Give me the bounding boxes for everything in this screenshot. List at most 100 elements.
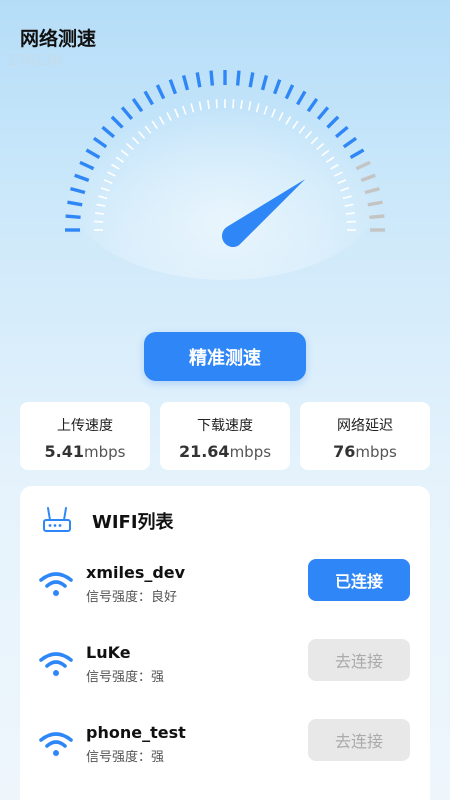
gauge-outer-tick — [342, 136, 358, 149]
gauge-inner-tick — [285, 116, 292, 125]
gauge-inner-tick — [278, 112, 284, 121]
gauge-outer-tick — [316, 106, 330, 121]
gauge-inner-tick — [103, 179, 113, 185]
upload-speed-label: 上传速度 — [57, 418, 113, 434]
speed-gauge — [65, 70, 385, 248]
wifi-icon — [39, 572, 73, 596]
gauge-outer-tick — [355, 160, 371, 171]
gauge-inner-tick — [158, 116, 165, 125]
upload-speed-unit: mbps — [84, 443, 126, 461]
gauge-inner-tick — [125, 143, 134, 151]
latency-label: 网络延迟 — [337, 418, 393, 434]
gauge-inner-tick — [321, 149, 330, 157]
gauge-inner-tick — [334, 171, 343, 177]
gauge-inner-tick — [100, 187, 110, 192]
gauge-inner-tick — [240, 100, 243, 110]
gauge-outer-tick — [143, 90, 154, 106]
gauge-outer-tick — [85, 148, 101, 159]
upload-speed-card: 上传速度 5.41mbps — [20, 402, 150, 470]
gauge-inner-tick — [316, 143, 325, 151]
gauge-inner-tick — [342, 195, 352, 200]
gauge-outer-tick — [284, 84, 295, 100]
gauge-outer-tick — [369, 214, 385, 220]
gauge-needle — [221, 179, 306, 248]
gauge-inner-tick — [255, 103, 260, 113]
gauge-outer-tick — [74, 173, 90, 183]
gauge-inner-tick — [232, 99, 235, 109]
gauge-inner-tick — [131, 136, 140, 145]
gauge-inner-tick — [94, 220, 104, 223]
gauge-outer-tick — [120, 106, 134, 121]
connect-button[interactable]: 去连接 — [308, 639, 410, 681]
wifi-signal-strength: 信号强度：强 — [86, 750, 165, 765]
gauge-outer-tick — [181, 75, 190, 91]
gauge-inner-tick — [330, 163, 339, 170]
gauge-outer-tick — [367, 200, 383, 207]
download-speed-unit: mbps — [229, 443, 272, 461]
gauge-outer-tick — [334, 125, 349, 139]
gauge-outer-tick — [306, 97, 319, 113]
latency-card: 网络延迟 76mbps — [300, 402, 430, 470]
gauge-inner-tick — [96, 203, 106, 207]
gauge-inner-tick — [325, 156, 335, 163]
gauge-outer-tick — [235, 70, 241, 86]
gauge-inner-tick — [198, 101, 202, 111]
wifi-list-item[interactable]: phone_test 信号强度：强 去连接 — [20, 719, 430, 779]
gauge-outer-tick — [67, 200, 83, 207]
connected-button[interactable]: 已连接 — [308, 559, 410, 601]
gauge-outer-tick — [349, 148, 365, 159]
gauge-inner-tick — [115, 156, 125, 163]
gauge-outer-tick — [364, 186, 380, 195]
gauge-outer-tick — [248, 72, 255, 88]
gauge-inner-tick — [120, 149, 129, 157]
gauge-outer-tick — [131, 97, 144, 113]
wifi-list-title: WIFI列表 — [92, 512, 174, 533]
wifi-icon — [39, 652, 73, 676]
gauge-inner-tick — [98, 195, 108, 200]
connect-button[interactable]: 去连接 — [308, 719, 410, 761]
wifi-icon — [39, 732, 73, 756]
upload-speed-value: 5.41mbps — [20, 442, 150, 461]
wifi-signal-strength: 信号强度：强 — [86, 670, 165, 685]
gauge-outer-tick — [195, 72, 202, 88]
gauge-outer-tick — [272, 79, 282, 95]
gauge-inner-tick — [174, 108, 180, 118]
gauge-outer-tick — [110, 115, 124, 129]
gauge-outer-tick — [70, 186, 86, 195]
upload-speed-number: 5.41 — [44, 442, 84, 461]
gauge-inner-tick — [344, 203, 354, 207]
gauge-outer-tick — [65, 214, 81, 220]
download-speed-card: 下载速度 21.64mbps — [160, 402, 290, 470]
gauge-outer-tick — [92, 136, 108, 149]
gauge-outer-tick — [155, 84, 166, 100]
gauge-inner-tick — [144, 125, 152, 134]
gauge-inner-tick — [292, 120, 299, 130]
download-speed-label: 下载速度 — [197, 418, 253, 434]
download-speed-value: 21.64mbps — [160, 442, 290, 461]
wifi-list-item[interactable]: LuKe 信号强度：强 去连接 — [20, 639, 430, 699]
gauge-inner-tick — [345, 212, 355, 215]
gauge-inner-tick — [207, 100, 210, 110]
wifi-list-item[interactable]: xmiles_dev 信号强度：良好 已连接 — [20, 559, 430, 619]
wifi-name: xmiles_dev — [86, 563, 186, 582]
gauge-outer-tick — [296, 90, 307, 106]
gauge-inner-tick — [111, 163, 120, 170]
gauge-inner-tick — [215, 99, 218, 109]
gauge-outer-tick — [326, 115, 340, 129]
latency-unit: mbps — [355, 443, 397, 461]
download-speed-number: 21.64 — [178, 442, 230, 461]
gauge-inner-tick — [248, 101, 252, 111]
gauge-inner-tick — [263, 105, 268, 115]
gauge-outer-tick — [168, 79, 178, 95]
router-icon — [43, 507, 71, 532]
gauge-inner-tick — [190, 103, 195, 113]
gauge-inner-tick — [151, 120, 158, 130]
gauge-inner-tick — [95, 212, 105, 215]
gauge-inner-tick — [310, 136, 319, 145]
gauge-inner-tick — [337, 179, 347, 185]
gauge-outer-tick — [360, 173, 376, 183]
gauge-inner-tick — [138, 130, 146, 139]
precise-speed-test-button[interactable]: 精准测速 — [144, 332, 306, 381]
gauge-inner-tick — [182, 105, 187, 115]
gauge-inner-tick — [107, 171, 116, 177]
